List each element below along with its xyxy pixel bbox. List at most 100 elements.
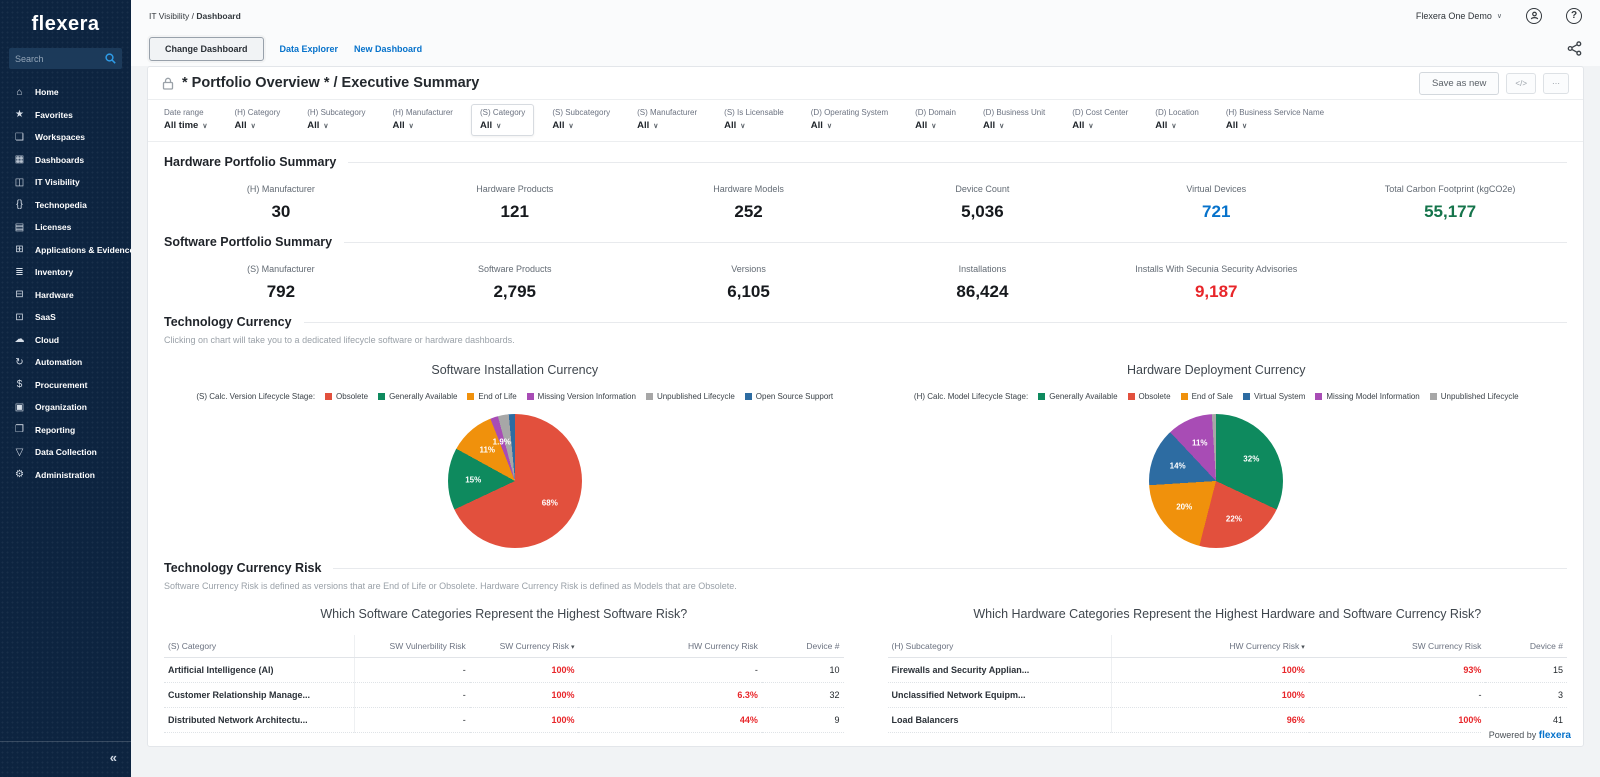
- share-icon[interactable]: [1567, 41, 1582, 56]
- column-header-hw-currency-risk[interactable]: HW Currency Risk: [578, 635, 761, 658]
- new-dashboard-link[interactable]: New Dashboard: [354, 44, 422, 54]
- table-row[interactable]: Distributed Network Architectu...-100%44…: [164, 708, 844, 733]
- applications-icon: ⊞: [13, 244, 26, 255]
- kpi-hardware-products: Hardware Products121: [398, 184, 632, 222]
- filter-d-business-unit[interactable]: (D) Business UnitAll∨: [983, 108, 1045, 132]
- column-header-sw-vulnerbility-risk[interactable]: SW Vulnerbility Risk: [354, 635, 470, 658]
- kpi-installations: Installations86,424: [865, 264, 1099, 302]
- filter-d-location[interactable]: (D) LocationAll∨: [1155, 108, 1199, 132]
- save-as-new-button[interactable]: Save as new: [1419, 72, 1499, 95]
- sidebar-item-automation[interactable]: ↻Automation: [0, 351, 131, 374]
- legend-swatch: [1038, 393, 1045, 400]
- legend-text: Obsolete: [336, 392, 368, 401]
- sidebar-item-cloud[interactable]: ☁ Cloud: [0, 329, 131, 352]
- filter-label: (D) Location: [1155, 108, 1199, 117]
- sidebar-item-reporting[interactable]: ❐Reporting: [0, 419, 131, 442]
- column-header-sw-currency-risk[interactable]: SW Currency Risk ▾: [470, 635, 579, 658]
- sidebar-item-saas[interactable]: ⊡SaaS: [0, 306, 131, 329]
- table-cell: 100%: [470, 658, 579, 683]
- filter-h-category[interactable]: (H) CategoryAll∨: [234, 108, 280, 132]
- column-header-h-subcategory[interactable]: (H) Subcategory: [888, 635, 1112, 658]
- sidebar-item-dashboards[interactable]: ▦Dashboards: [0, 149, 131, 172]
- filter-date-range[interactable]: Date rangeAll time∨: [164, 108, 207, 132]
- breadcrumb-section[interactable]: IT Visibility: [149, 11, 189, 21]
- more-options-button[interactable]: ⋯: [1543, 73, 1569, 94]
- sidebar-item-favorites[interactable]: ★Favorites: [0, 104, 131, 127]
- sidebar-item-data-collection[interactable]: ▽Data Collection: [0, 441, 131, 464]
- filter-d-cost-center[interactable]: (D) Cost CenterAll∨: [1072, 108, 1128, 132]
- sidebar-item-licenses[interactable]: ▤Licenses: [0, 216, 131, 239]
- sidebar-item-label: Cloud: [35, 335, 59, 345]
- legend-swatch: [1181, 393, 1188, 400]
- filter-value: All∨: [983, 120, 1045, 131]
- sort-desc-icon: ▾: [1299, 644, 1304, 651]
- sidebar-item-home[interactable]: ⌂Home: [0, 81, 131, 104]
- sidebar-item-applications-evidence[interactable]: ⊞Applications & Evidence: [0, 239, 131, 262]
- search-icon[interactable]: [105, 53, 116, 64]
- sidebar-item-organization[interactable]: ▣Organization: [0, 396, 131, 419]
- table-row[interactable]: Load Balancers96%100%41: [888, 708, 1568, 733]
- sidebar-item-hardware[interactable]: ⊟Hardware: [0, 284, 131, 307]
- chevron-down-icon: ∨: [931, 122, 936, 130]
- account-menu[interactable]: Flexera One Demo ∨: [1416, 11, 1502, 21]
- legend-item-virtual-system: Virtual System: [1243, 392, 1305, 401]
- filter-value-text: All: [811, 120, 823, 131]
- sidebar-item-workspaces[interactable]: ❏Workspaces: [0, 126, 131, 149]
- legend-swatch: [325, 393, 332, 400]
- kpi-label: Versions: [632, 264, 866, 274]
- filter-d-operating-system[interactable]: (D) Operating SystemAll∨: [811, 108, 888, 132]
- pie-chart[interactable]: [1149, 414, 1283, 548]
- risk-table: (H) SubcategoryHW Currency Risk ▾SW Curr…: [888, 635, 1568, 733]
- chart-legend: (H) Calc. Model Lifecycle Stage:Generall…: [914, 392, 1519, 401]
- filter-d-domain[interactable]: (D) DomainAll∨: [915, 108, 956, 132]
- sidebar-item-procurement[interactable]: $Procurement: [0, 374, 131, 397]
- column-header-device[interactable]: Device #: [762, 635, 844, 658]
- user-icon[interactable]: [1526, 8, 1542, 24]
- sidebar-item-inventory[interactable]: ≣Inventory: [0, 261, 131, 284]
- sidebar-item-label: Favorites: [35, 110, 73, 120]
- code-view-button[interactable]: </>: [1506, 73, 1536, 94]
- sidebar-item-technopedia[interactable]: {}Technopedia: [0, 194, 131, 217]
- data-explorer-link[interactable]: Data Explorer: [280, 44, 339, 54]
- dashboard-toolbar: Change Dashboard Data Explorer New Dashb…: [131, 31, 1600, 66]
- kpi-value: 30: [164, 202, 398, 222]
- search-input[interactable]: [15, 54, 105, 64]
- table-row[interactable]: Artificial Intelligence (AI)-100%-10: [164, 658, 844, 683]
- filter-value-text: All time: [164, 120, 198, 131]
- column-header-sw-currency-risk[interactable]: SW Currency Risk: [1309, 635, 1486, 658]
- kpi-label: Software Products: [398, 264, 632, 274]
- column-header-s-category[interactable]: (S) Category: [164, 635, 354, 658]
- filter-s-category[interactable]: (S) CategoryAll∨: [471, 104, 534, 136]
- sidebar-item-administration[interactable]: ⚙Administration: [0, 464, 131, 487]
- legend-text: Obsolete: [1139, 392, 1171, 401]
- powered-by: Powered by flexera: [1481, 730, 1571, 741]
- dashboard-header: * Portfolio Overview * / Executive Summa…: [148, 67, 1583, 100]
- cloud-icon: ☁: [13, 334, 26, 345]
- column-header-hw-currency-risk[interactable]: HW Currency Risk ▾: [1112, 635, 1309, 658]
- sidebar-collapse-button[interactable]: «: [0, 741, 131, 777]
- filter-s-manufacturer[interactable]: (S) ManufacturerAll∨: [637, 108, 697, 132]
- filter-s-is-licensable[interactable]: (S) Is LicensableAll∨: [724, 108, 784, 132]
- sidebar-search[interactable]: [9, 48, 122, 69]
- table-row[interactable]: Firewalls and Security Applian...100%93%…: [888, 658, 1568, 683]
- filter-s-subcategory[interactable]: (S) SubcategoryAll∨: [552, 108, 610, 132]
- help-icon[interactable]: ?: [1566, 8, 1582, 24]
- sidebar-item-label: Procurement: [35, 380, 87, 390]
- which-software-categories-represent-the-highest-software-risk: Which Software Categories Represent the …: [164, 607, 844, 733]
- sort-desc-icon: ▾: [569, 644, 574, 651]
- pie-slice-label: 20%: [1176, 503, 1192, 512]
- chevron-down-icon: ∨: [1088, 122, 1093, 130]
- filter-h-manufacturer[interactable]: (H) ManufacturerAll∨: [392, 108, 452, 132]
- breadcrumb[interactable]: IT Visibility / Dashboard: [149, 11, 241, 21]
- change-dashboard-button[interactable]: Change Dashboard: [149, 37, 264, 61]
- filter-h-business-service-name[interactable]: (H) Business Service NameAll∨: [1226, 108, 1324, 132]
- kpi-value: 5,036: [865, 202, 1099, 222]
- sidebar-item-it-visibility[interactable]: ◫IT Visibility: [0, 171, 131, 194]
- column-header-device[interactable]: Device #: [1485, 635, 1567, 658]
- table-row[interactable]: Unclassified Network Equipm...100%-3: [888, 683, 1568, 708]
- filter-h-subcategory[interactable]: (H) SubcategoryAll∨: [307, 108, 365, 132]
- technopedia-icon: {}: [13, 199, 26, 210]
- filter-label: (S) Is Licensable: [724, 108, 784, 117]
- table-row[interactable]: Customer Relationship Manage...-100%6.3%…: [164, 683, 844, 708]
- data-collection-icon: ▽: [13, 447, 26, 458]
